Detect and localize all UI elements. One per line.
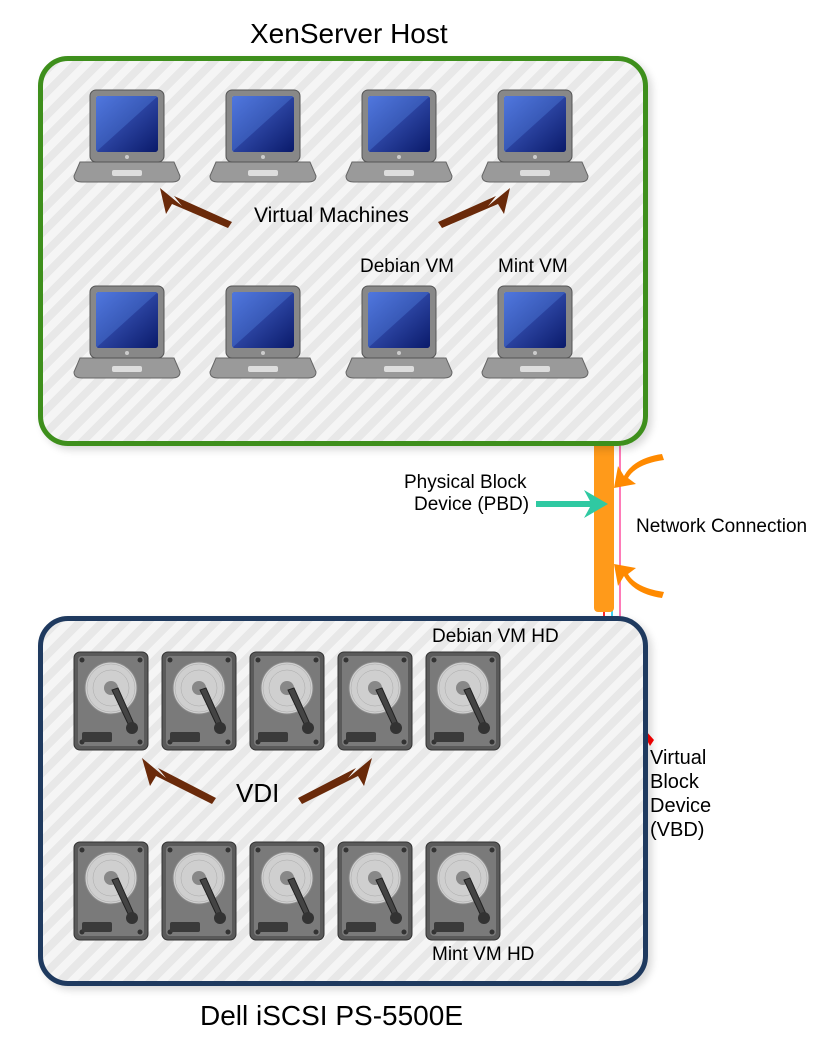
arrow-icon: [430, 188, 510, 228]
virtual-machines-label: Virtual Machines: [254, 204, 409, 228]
vm-laptop-icon: [72, 84, 182, 194]
vbd-line: Block: [650, 770, 711, 794]
vm-laptop-icon: [72, 280, 182, 390]
vbd-line: Virtual: [650, 746, 711, 770]
arrow-icon: [142, 758, 222, 804]
arrow-icon: [160, 188, 240, 228]
mint-hd-label: Mint VM HD: [432, 944, 534, 966]
vbd-label: Virtual Block Device (VBD): [650, 746, 711, 842]
hdd-icon: [336, 840, 414, 942]
hdd-icon: [160, 650, 238, 752]
hdd-icon: [336, 650, 414, 752]
hdd-icon: [72, 840, 150, 942]
vbd-line: Device: [650, 794, 711, 818]
pbd-label-line1: Physical Block: [404, 472, 527, 494]
vm-laptop-icon: [208, 280, 318, 390]
vm-laptop-icon: [480, 84, 590, 194]
vdi-label: VDI: [236, 778, 279, 809]
pbd-label-line2: Device (PBD): [414, 494, 529, 516]
vbd-line: (VBD): [650, 818, 711, 842]
vm-laptop-icon: [208, 84, 318, 194]
hdd-icon: [248, 650, 326, 752]
arrow-icon: [292, 758, 372, 804]
hdd-icon: [72, 650, 150, 752]
debian-vm-laptop-icon: [344, 280, 454, 390]
hdd-icon: [160, 840, 238, 942]
storage-title: Dell iSCSI PS-5500E: [200, 1000, 463, 1032]
mint-hdd-icon: [424, 840, 502, 942]
host-title: XenServer Host: [250, 18, 448, 50]
mint-vm-laptop-icon: [480, 280, 590, 390]
debian-hdd-icon: [424, 650, 502, 752]
mint-vm-label: Mint VM: [498, 256, 568, 278]
network-connection-label: Network Connection: [636, 516, 807, 538]
debian-vm-label: Debian VM: [360, 256, 454, 278]
vm-laptop-icon: [344, 84, 454, 194]
hdd-icon: [248, 840, 326, 942]
debian-hd-label: Debian VM HD: [432, 626, 559, 648]
